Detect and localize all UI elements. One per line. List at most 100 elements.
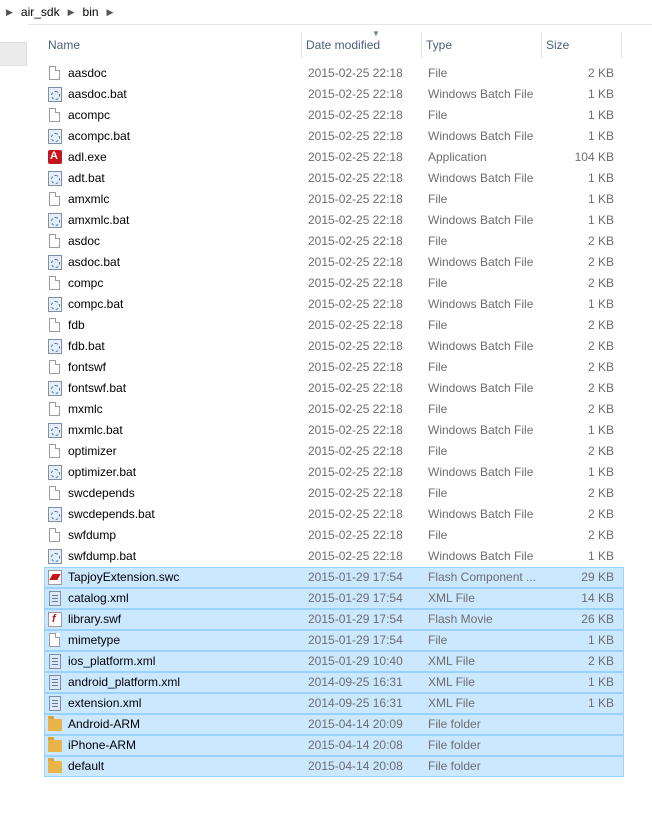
file-row[interactable]: swfdump.bat 2015-02-25 22:18 Windows Batch… [44, 546, 624, 567]
xml-icon [49, 654, 61, 669]
file-row[interactable]: fontswf.bat 2015-02-25 22:18 Windows Batch… [44, 378, 624, 399]
file-row[interactable]: mxmlc.bat 2015-02-25 22:18 Windows Batch F… [44, 420, 624, 441]
file-row[interactable]: ios_platform.xml 2015-01-29 10:40 XML File… [44, 651, 624, 672]
file-date-modified: 2015-02-25 22:18 [308, 423, 403, 437]
file-size: 2 KB [587, 276, 614, 290]
bat-icon [48, 507, 62, 522]
column-header-size[interactable]: Size [542, 32, 622, 58]
file-date-modified: 2015-04-14 20:08 [308, 759, 403, 773]
breadcrumb-item-bin[interactable]: bin [81, 5, 101, 19]
file-date-modified: 2015-01-29 17:54 [308, 612, 403, 626]
file-date-modified: 2015-02-25 22:18 [308, 297, 403, 311]
file-type: File [428, 108, 448, 122]
bat-icon [48, 129, 62, 144]
file-size: 1 KB [587, 465, 614, 479]
file-date-modified: 2015-02-25 22:18 [308, 87, 403, 101]
file-name: aasdoc [68, 66, 107, 80]
file-date-modified: 2015-04-14 20:09 [308, 717, 403, 731]
file-date-modified: 2015-02-25 22:18 [308, 444, 403, 458]
file-row[interactable]: fdb.bat 2015-02-25 22:18 Windows Batch Fil… [44, 336, 624, 357]
file-name: aasdoc.bat [68, 87, 127, 101]
file-name: compc [68, 276, 104, 290]
file-row[interactable]: swcdepends.bat 2015-02-25 22:18 Windows Ba… [44, 504, 624, 525]
file-date-modified: 2015-02-25 22:18 [308, 129, 403, 143]
file-name: acompc [68, 108, 111, 122]
file-row[interactable]: optimizer.bat 2015-02-25 22:18 Windows Bat… [44, 462, 624, 483]
file-type: Windows Batch File [428, 297, 534, 311]
file-date-modified: 2015-01-29 17:54 [308, 633, 403, 647]
file-type: Windows Batch File [428, 213, 534, 227]
file-row[interactable]: android_platform.xml 2014-09-25 16:31 XML … [44, 672, 624, 693]
file-date-modified: 2015-02-25 22:18 [308, 192, 403, 206]
file-size: 2 KB [587, 318, 614, 332]
file-row[interactable]: default 2015-04-14 20:08 File folder [44, 756, 624, 777]
file-row[interactable]: adl.exe 2015-02-25 22:18 Application 104 KB [44, 146, 624, 168]
file-row[interactable]: iPhone-ARM 2015-04-14 20:08 File folder [44, 735, 624, 756]
file-icon [49, 318, 60, 332]
bat-icon [48, 465, 62, 480]
file-row[interactable]: compc 2015-02-25 22:18 File 2 KB [44, 273, 624, 294]
file-row[interactable]: mxmlc 2015-02-25 22:18 File 2 KB [44, 399, 624, 420]
chevron-right-icon[interactable]: ▶ [62, 7, 81, 18]
breadcrumb-item-air-sdk[interactable]: air_sdk [19, 5, 62, 19]
file-name: swcdepends [68, 486, 135, 500]
file-size: 1 KB [587, 423, 614, 437]
file-row[interactable]: mimetype 2015-01-29 17:54 File 1 KB [44, 630, 624, 651]
file-row[interactable]: catalog.xml 2015-01-29 17:54 XML File 14 KB [44, 588, 624, 609]
file-size: 1 KB [587, 213, 614, 227]
file-row[interactable]: asdoc.bat 2015-02-25 22:18 Windows Batch F… [44, 252, 624, 273]
file-name: fontswf [68, 360, 107, 374]
file-row[interactable]: optimizer 2015-02-25 22:18 File 2 KB [44, 441, 624, 462]
file-size: 1 KB [587, 171, 614, 185]
file-row[interactable]: library.swf 2015-01-29 17:54 Flash Movie 26… [44, 609, 624, 630]
file-row[interactable]: aasdoc 2015-02-25 22:18 File 2 KB [44, 63, 624, 84]
file-date-modified: 2015-02-25 22:18 [308, 66, 403, 80]
file-name: fdb.bat [68, 339, 105, 353]
file-row[interactable]: amxmlc 2015-02-25 22:18 File 1 KB [44, 189, 624, 210]
file-type: File folder [428, 738, 481, 752]
file-date-modified: 2015-02-25 22:18 [308, 318, 403, 332]
column-header-date-modified[interactable]: Date modified ▼ [302, 30, 422, 58]
bat-icon [48, 381, 62, 396]
file-row[interactable]: asdoc 2015-02-25 22:18 File 2 KB [44, 231, 624, 252]
file-row[interactable]: amxmlc.bat 2015-02-25 22:18 Windows Batch … [44, 210, 624, 231]
file-row[interactable]: TapjoyExtension.swc 2015-01-29 17:54 Flash… [44, 567, 624, 588]
bat-icon [48, 549, 62, 564]
file-size: 2 KB [587, 402, 614, 416]
file-type: Windows Batch File [428, 129, 534, 143]
file-name: default [68, 759, 105, 773]
chevron-right-icon[interactable]: ▶ [0, 7, 19, 18]
file-row[interactable]: extension.xml 2014-09-25 16:31 XML File 1 K… [44, 693, 624, 714]
file-size: 2 KB [587, 654, 614, 668]
file-type: File [428, 234, 448, 248]
file-type: File folder [428, 717, 481, 731]
file-date-modified: 2015-02-25 22:18 [308, 507, 403, 521]
file-name: asdoc.bat [68, 255, 121, 269]
file-row[interactable]: Android-ARM 2015-04-14 20:09 File folder [44, 714, 624, 735]
file-name: optimizer.bat [68, 465, 137, 479]
chevron-right-icon[interactable]: ▶ [101, 7, 120, 18]
file-row[interactable]: adt.bat 2015-02-25 22:18 Windows Batch Fil… [44, 168, 624, 189]
file-row[interactable]: aasdoc.bat 2015-02-25 22:18 Windows Batch … [44, 84, 624, 105]
file-type: XML File [428, 696, 475, 710]
file-type: File folder [428, 759, 481, 773]
file-type: Windows Batch File [428, 549, 534, 563]
file-type: File [428, 276, 448, 290]
file-row[interactable]: compc.bat 2015-02-25 22:18 Windows Batch F… [44, 294, 624, 315]
file-row[interactable]: swcdepends 2015-02-25 22:18 File 2 KB [44, 483, 624, 504]
file-row[interactable]: fdb 2015-02-25 22:18 File 2 KB [44, 315, 624, 336]
file-row[interactable]: fontswf 2015-02-25 22:18 File 2 KB [44, 357, 624, 378]
file-row[interactable]: swfdump 2015-02-25 22:18 File 2 KB [44, 525, 624, 546]
file-row[interactable]: acompc 2015-02-25 22:18 File 1 KB [44, 105, 624, 126]
column-header-name[interactable]: Name [44, 32, 302, 58]
file-size: 1 KB [587, 675, 614, 689]
file-name: swcdepends.bat [68, 507, 155, 521]
folder-icon [48, 716, 62, 731]
file-name: mxmlc [68, 402, 103, 416]
navigation-pane-selected-item[interactable] [0, 42, 27, 66]
column-header-type[interactable]: Type [422, 32, 542, 58]
file-size: 2 KB [587, 234, 614, 248]
file-name: iPhone-ARM [68, 738, 137, 752]
file-type: File [428, 318, 448, 332]
file-row[interactable]: acompc.bat 2015-02-25 22:18 Windows Batch … [44, 126, 624, 147]
